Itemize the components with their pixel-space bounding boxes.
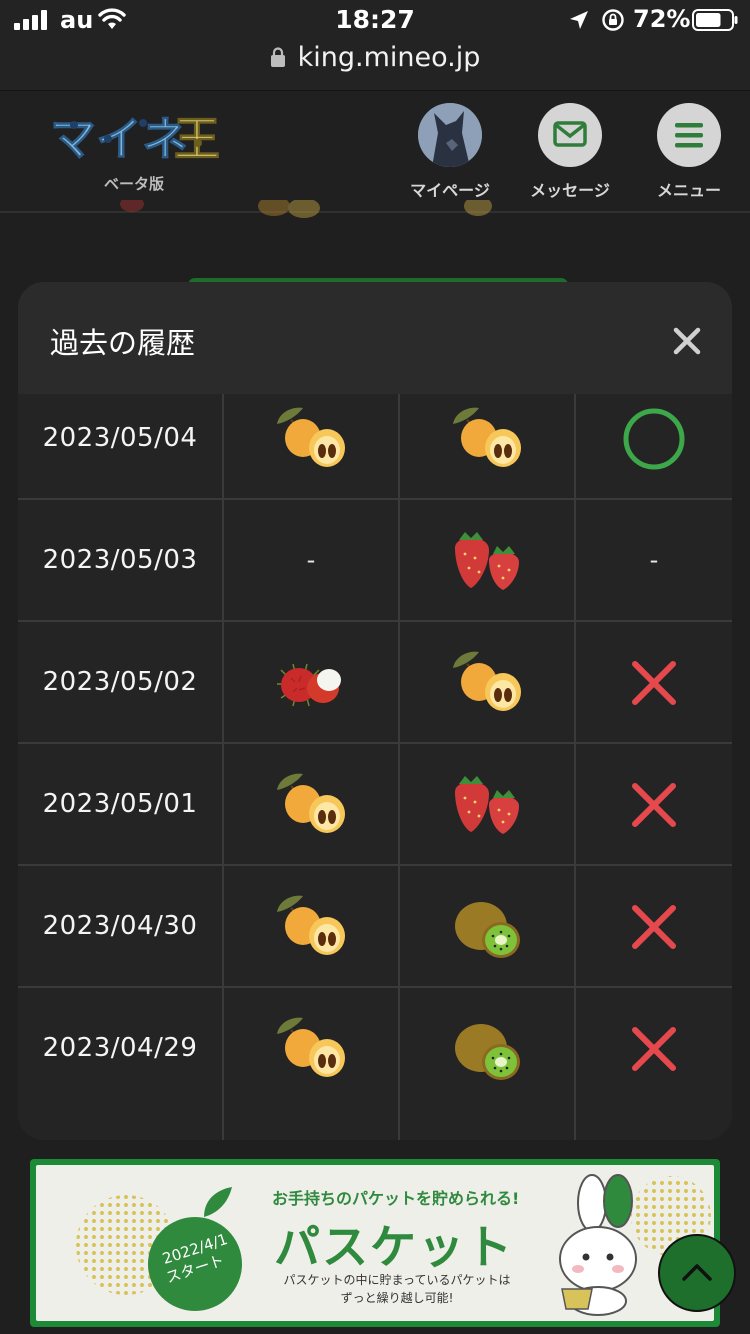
svg-text:マイネ: マイネ xyxy=(50,112,188,165)
logo-subtitle: ベータ版 xyxy=(104,175,165,193)
strawberry-icon xyxy=(445,526,529,596)
loquat-icon xyxy=(269,1014,353,1084)
answer-cell xyxy=(400,622,574,743)
correct-circle-icon xyxy=(621,406,687,472)
table-row: 2023/05/03 - - xyxy=(18,498,732,621)
close-icon[interactable] xyxy=(672,326,702,356)
nav-menu-button[interactable]: メニュー xyxy=(634,103,744,201)
table-row: 2023/05/04 xyxy=(18,394,732,499)
guess-cell xyxy=(224,866,398,987)
answer-cell xyxy=(400,866,574,987)
table-row: 2023/05/01 xyxy=(18,742,732,865)
loquat-icon xyxy=(269,404,353,474)
location-arrow-icon xyxy=(570,11,588,29)
guess-cell xyxy=(224,744,398,865)
row-date: 2023/04/29 xyxy=(42,1033,198,1063)
rotation-lock-icon xyxy=(602,9,624,31)
result-cell xyxy=(576,622,732,743)
svg-text:王: 王 xyxy=(174,112,220,165)
rambutan-icon xyxy=(269,648,353,718)
modal-header: 過去の履歴 xyxy=(18,282,732,394)
background-fruit-icon xyxy=(120,200,144,212)
modal-title: 過去の履歴 xyxy=(50,326,196,360)
table-row: 2023/04/29 xyxy=(18,986,732,1109)
loquat-icon xyxy=(269,892,353,962)
loquat-icon xyxy=(445,648,529,718)
row-date: 2023/05/04 xyxy=(42,423,198,453)
banner-description: パスケットの中に貯まっているパケットは ずっと繰り越し可能! xyxy=(283,1273,511,1305)
scroll-to-top-button[interactable] xyxy=(658,1234,736,1312)
result-cell xyxy=(576,988,732,1109)
result-cell xyxy=(576,866,732,987)
pasket-banner[interactable]: 2022/4/1 スタート お手持ちのパケットを貯められる! パスケット パスケ… xyxy=(30,1159,720,1327)
wrong-cross-icon xyxy=(621,650,687,716)
battery-percent: 72% xyxy=(633,5,691,33)
avatar xyxy=(418,103,482,167)
result-cell: - xyxy=(649,546,659,574)
nav-message-button[interactable]: メッセージ xyxy=(515,103,625,201)
row-date: 2023/04/30 xyxy=(42,911,198,941)
strawberry-icon xyxy=(445,770,529,840)
answer-cell xyxy=(400,394,574,499)
answer-cell xyxy=(400,988,574,1109)
leaf-icon xyxy=(204,1187,232,1217)
chevron-up-icon xyxy=(682,1264,712,1281)
row-date: 2023/05/03 xyxy=(42,545,198,575)
answer-cell xyxy=(400,744,574,865)
background-fruit-icon xyxy=(258,200,320,218)
guess-cell: - xyxy=(306,546,316,574)
guess-cell xyxy=(224,988,398,1109)
table-row: 2023/05/02 xyxy=(18,620,732,743)
start-date-badge: 2022/4/1 スタート xyxy=(148,1217,242,1311)
site-header: マイネ 王 ベータ版 マイページ メッセージ メニュー xyxy=(0,91,750,213)
wrong-cross-icon xyxy=(621,772,687,838)
row-date: 2023/05/02 xyxy=(42,667,198,697)
battery-icon xyxy=(692,9,738,31)
background-fruit-icon xyxy=(464,200,492,216)
loquat-icon xyxy=(269,770,353,840)
rabbit-mascot-icon xyxy=(559,1174,637,1316)
nav-menu-label: メニュー xyxy=(656,181,721,200)
address-bar[interactable]: king.mineo.jp xyxy=(0,40,750,91)
kiwi-icon xyxy=(445,1014,529,1084)
guess-cell xyxy=(224,394,398,499)
table-row: 2023/04/30 xyxy=(18,864,732,987)
envelope-icon xyxy=(553,121,587,147)
result-cell xyxy=(576,394,732,499)
nav-message-label: メッセージ xyxy=(530,181,610,200)
hamburger-icon xyxy=(675,123,703,148)
banner-subtitle: お手持ちのパケットを貯められる! xyxy=(272,1189,520,1208)
history-table[interactable]: 2023/05/04 2023/05/03 - - 2023/05/02 2023/05/… xyxy=(18,394,732,1140)
url-text: king.mineo.jp xyxy=(297,42,481,73)
site-logo[interactable]: マイネ 王 xyxy=(48,109,221,166)
wrong-cross-icon xyxy=(621,1016,687,1082)
status-bar: au 18:27 72% xyxy=(0,0,750,40)
nav-mypage-button[interactable]: マイページ xyxy=(395,103,505,201)
result-cell xyxy=(576,744,732,865)
wrong-cross-icon xyxy=(621,894,687,960)
guess-cell xyxy=(224,622,398,743)
avatar-image xyxy=(418,103,482,167)
padlock-icon xyxy=(270,47,285,67)
answer-cell xyxy=(400,500,574,621)
banner-title: パスケット xyxy=(274,1220,514,1274)
history-modal: 過去の履歴 2023/05/04 2023/05/03- -2023/05/02 20… xyxy=(18,282,732,1140)
nav-mypage-label: マイページ xyxy=(410,181,490,200)
row-date: 2023/05/01 xyxy=(42,789,198,819)
loquat-icon xyxy=(445,404,529,474)
kiwi-icon xyxy=(445,892,529,962)
